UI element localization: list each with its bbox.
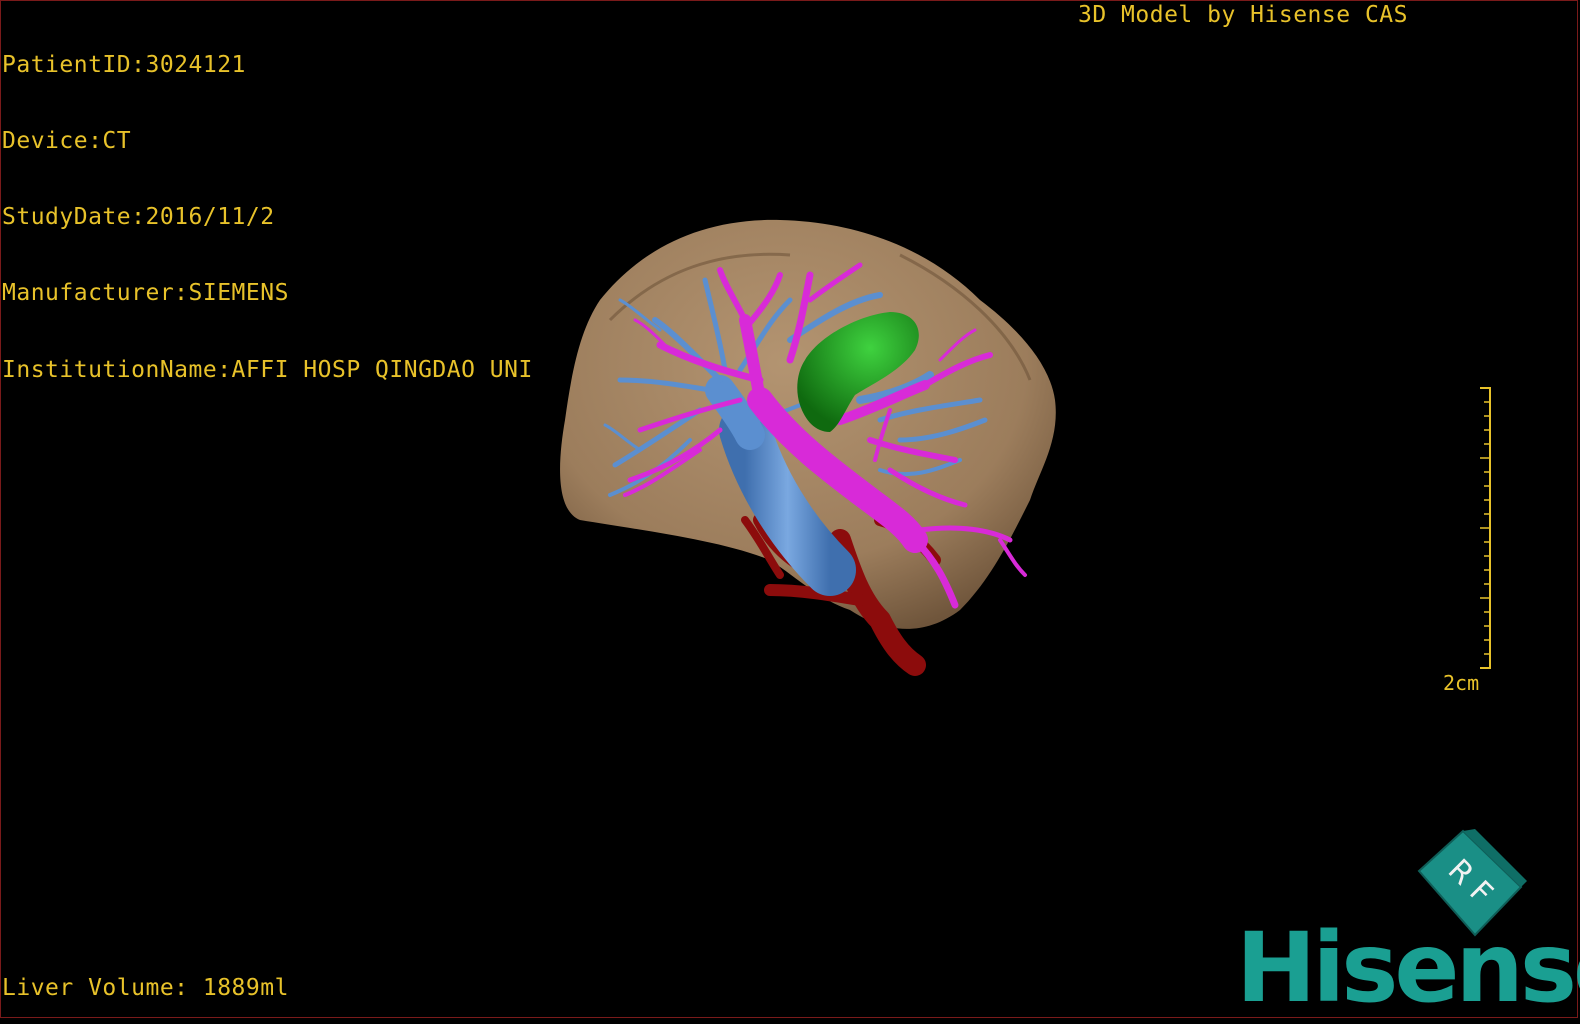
dicom-info-overlay: PatientID:3024121 Device:CT StudyDate:20… (2, 2, 533, 408)
scale-bar-label: 2cm (1443, 671, 1480, 695)
liver-volume-label: Liver Volume: 1889ml (2, 975, 289, 1001)
manufacturer-label: Manufacturer:SIEMENS (2, 280, 289, 307)
device-label: Device:CT (2, 128, 132, 155)
study-date-label: StudyDate:2016/11/2 (2, 204, 275, 231)
model-credit-label: 3D Model by Hisense CAS (1078, 2, 1408, 28)
patient-id-label: PatientID:3024121 (2, 51, 246, 78)
institution-label: InstitutionName:AFFI HOSP QINGDAO UNI (2, 356, 533, 383)
scale-bar-icon (1480, 387, 1491, 669)
hisense-logo: Hisense (1236, 912, 1580, 1024)
